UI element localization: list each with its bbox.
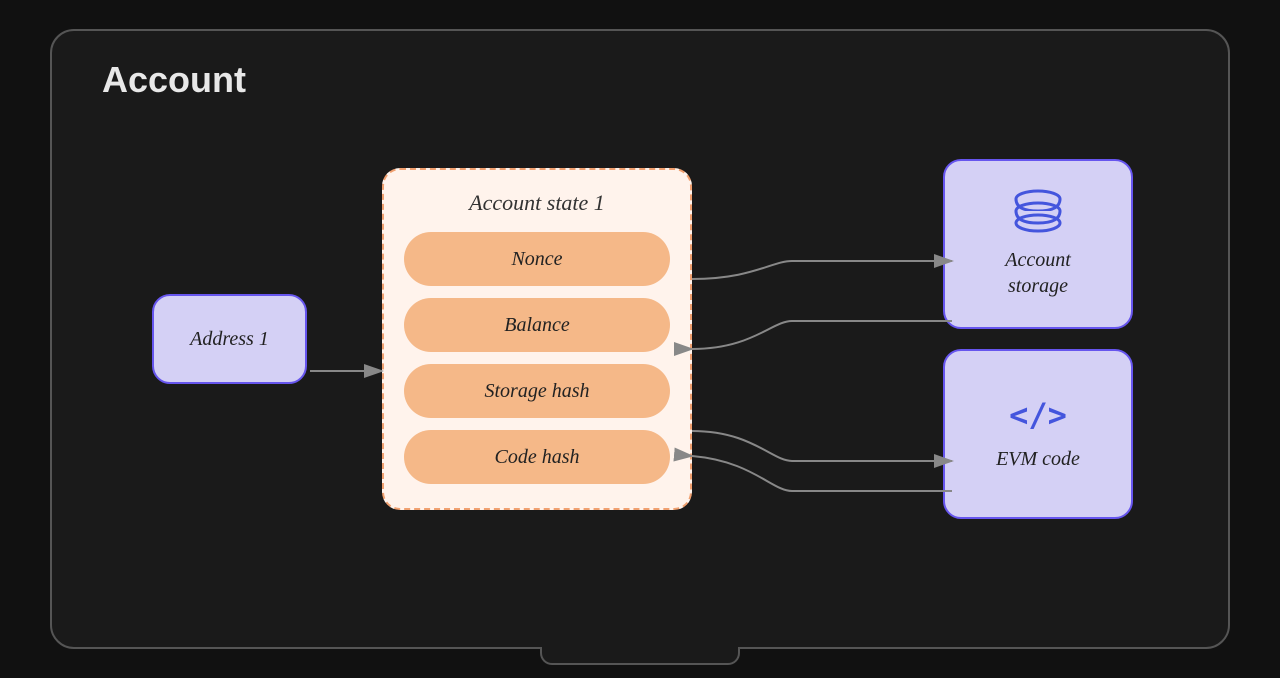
account-storage-label: Accountstorage (1005, 247, 1071, 299)
right-boxes: Accountstorage </> EVM code (943, 159, 1133, 519)
evm-code-box: </> EVM code (943, 349, 1133, 519)
outer-container: Account Address 1 Account state 1 Nonce … (50, 29, 1230, 649)
code-icon: </> (1009, 396, 1067, 434)
field-storage-hash: Storage hash (404, 364, 670, 418)
address-label: Address 1 (190, 328, 269, 351)
account-storage-box: Accountstorage (943, 159, 1133, 329)
evm-code-label: EVM code (996, 446, 1080, 472)
address-box: Address 1 (152, 294, 307, 384)
account-state-box: Account state 1 Nonce Balance Storage ha… (382, 168, 692, 510)
field-code-hash: Code hash (404, 430, 670, 484)
field-nonce: Nonce (404, 232, 670, 286)
account-state-title: Account state 1 (404, 190, 670, 216)
database-icon (1011, 189, 1065, 235)
bottom-bump (540, 647, 740, 665)
field-balance: Balance (404, 298, 670, 352)
diagram-area: Address 1 Account state 1 Nonce Balance … (92, 61, 1188, 617)
